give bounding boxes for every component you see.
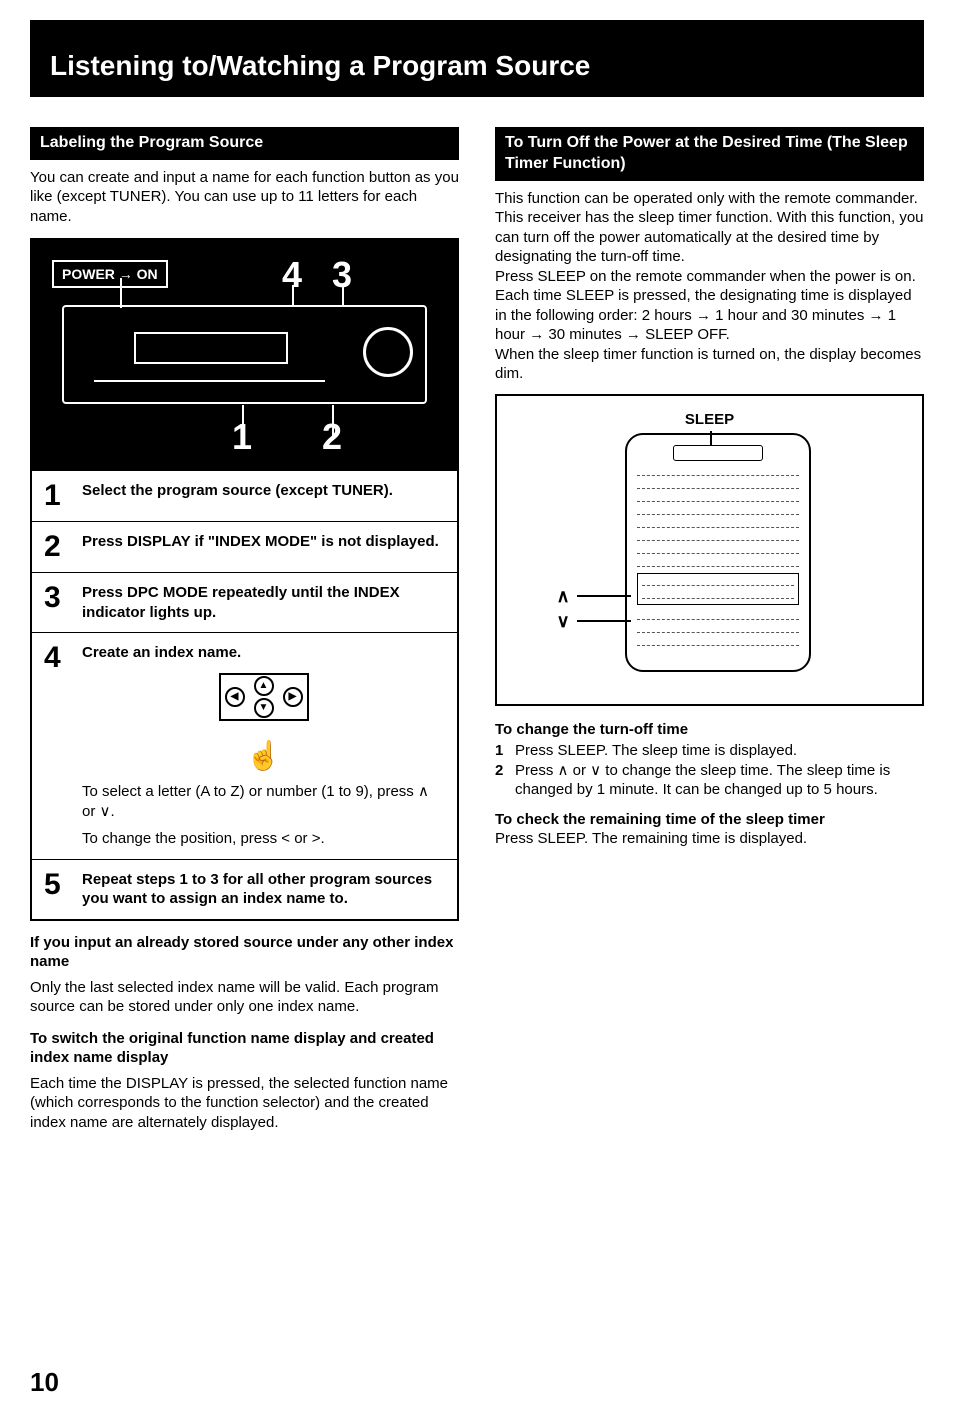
check-time-heading: To check the remaining time of the sleep… [495,810,924,830]
note1-body: Only the last selected index name will b… [30,978,459,1017]
left-column: Labeling the Program Source You can crea… [30,127,459,1132]
note2-heading: To switch the original function name dis… [30,1029,459,1068]
right-subheading: To Turn Off the Power at the Desired Tim… [495,127,924,181]
procedure-box: POWER → ON 4 3 1 2 [30,238,459,920]
remote-mid-panel-icon [637,573,799,605]
step-text: Select the program source (except TUNER)… [82,481,445,501]
button-row-icon [94,380,325,394]
list-text: Press SLEEP. The sleep time is displayed… [515,741,797,761]
check-time-body: Press SLEEP. The remaining time is displ… [495,829,924,849]
callout-line [242,405,244,440]
up-arrow-icon: ▲ [254,676,274,696]
step-1: 1 Select the program source (except TUNE… [32,470,457,521]
step-3: 3 Press DPC MODE repeatedly until the IN… [32,572,457,632]
sleep-label: SLEEP [517,410,902,430]
step-number: 5 [44,870,68,900]
up-symbol: ∧ [557,585,570,608]
list-number: 1 [495,741,509,761]
step-4: 4 Create an index name. ◀ ▶ ▲ ▼ ☝ To sel… [32,632,457,858]
sleep-p2: This receiver has the sleep timer functi… [495,208,924,267]
sleep-p3: Press SLEEP on the remote commander when… [495,267,924,345]
callout-line [342,285,344,305]
step-4-title: Create an index name. [82,644,241,661]
left-subheading: Labeling the Program Source [30,127,459,160]
receiver-outline [62,305,427,404]
page-title: Listening to/Watching a Program Source [30,20,924,97]
receiver-diagram: POWER → ON 4 3 1 2 [32,240,457,470]
volume-knob-icon [363,327,413,377]
list-number: 2 [495,761,509,800]
left-intro-text: You can create and input a name for each… [30,168,459,227]
remote-outline-icon: ∧ ∨ [625,433,811,672]
sleep-p1: This function can be operated only with … [495,189,924,209]
step-text: Create an index name. ◀ ▶ ▲ ▼ ☝ To selec… [82,643,445,848]
step-text: Press DPC MODE repeatedly until the INDE… [82,583,445,622]
list-item: 2 Press ∧ or ∨ to change the sleep time.… [495,761,924,800]
two-column-layout: Labeling the Program Source You can crea… [30,127,924,1132]
callout-line [332,405,334,440]
right-column: To Turn Off the Power at the Desired Tim… [495,127,924,1132]
change-time-steps: 1 Press SLEEP. The sleep time is display… [495,741,924,800]
callout-line [292,285,294,305]
step-number: 2 [44,532,68,562]
change-time-heading: To change the turn-off time [495,720,924,740]
manual-page: Listening to/Watching a Program Source L… [0,0,954,1413]
step-number: 3 [44,583,68,613]
down-arrow-icon: ▼ [254,698,274,718]
callout-line [577,595,631,597]
right-arrow-icon: ▶ [283,687,303,707]
step-4-sub1: To select a letter (A to Z) or number (1… [82,782,445,821]
down-symbol: ∨ [557,610,570,633]
note1-heading: If you input an already stored source un… [30,933,459,972]
step-5: 5 Repeat steps 1 to 3 for all other prog… [32,859,457,919]
hand-pointer-icon: ☝ [82,738,445,774]
list-item: 1 Press SLEEP. The sleep time is display… [495,741,924,761]
page-number: 10 [30,1367,59,1398]
list-text: Press ∧ or ∨ to change the sleep time. T… [515,761,924,800]
step-number: 4 [44,643,68,673]
callout-line [120,278,122,308]
step-2: 2 Press DISPLAY if "INDEX MODE" is not d… [32,521,457,572]
note2-body: Each time the DISPLAY is pressed, the se… [30,1074,459,1133]
step-4-sub2: To change the position, press < or >. [82,829,445,849]
sleep-p4: When the sleep timer function is turned … [495,345,924,384]
dpad-icon: ◀ ▶ ▲ ▼ [219,673,309,733]
step-text: Press DISPLAY if "INDEX MODE" is not dis… [82,532,445,552]
display-icon [134,332,288,364]
step-text: Repeat steps 1 to 3 for all other progra… [82,870,445,909]
remote-diagram: SLEEP ∧ ∨ [495,394,924,706]
callout-line [577,620,631,622]
left-arrow-icon: ◀ [225,687,245,707]
power-on-label: POWER → ON [52,260,168,288]
remote-display-icon [673,445,763,461]
step-number: 1 [44,481,68,511]
